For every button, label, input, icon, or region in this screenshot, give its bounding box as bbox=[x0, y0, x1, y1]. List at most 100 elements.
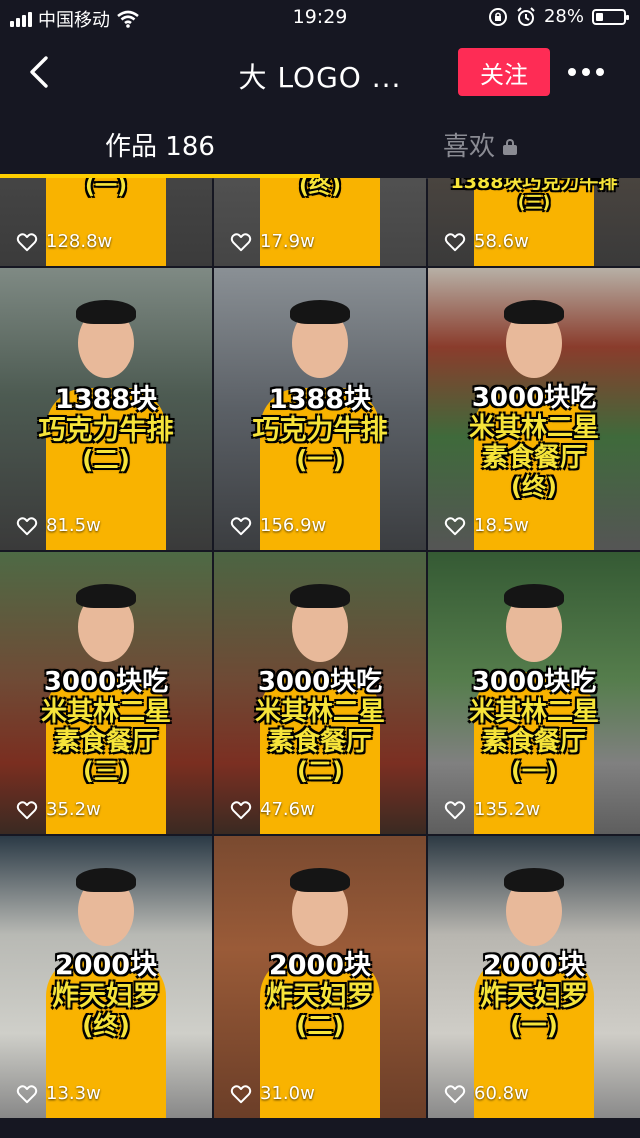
heart-icon bbox=[444, 800, 466, 819]
caption-line: 3000块吃 bbox=[471, 383, 597, 413]
like-count-text: 31.0w bbox=[260, 1083, 315, 1104]
video-tile[interactable]: 2000块 炸天妇罗 (一) 60.8w bbox=[428, 836, 640, 1118]
caption-line: (一) bbox=[84, 178, 128, 199]
heart-icon bbox=[444, 516, 466, 535]
video-tile[interactable]: (终) 17.9w bbox=[214, 178, 426, 266]
thumbnail-hair bbox=[290, 868, 350, 892]
video-caption: 3000块吃 米其林二星 素食餐厅 (终) bbox=[428, 383, 640, 501]
video-tile[interactable]: 3000块吃 米其林二星 素食餐厅 (三) 35.2w bbox=[0, 552, 212, 834]
caption-line: 3000块吃 bbox=[471, 667, 597, 697]
video-tile[interactable]: 2000块 炸天妇罗 (二) 31.0w bbox=[214, 836, 426, 1118]
caption-line: 炸天妇罗 bbox=[52, 981, 160, 1013]
tab-likes-label: 喜欢 bbox=[442, 132, 495, 162]
video-caption: 1388块巧克力牛排 (三) bbox=[428, 178, 640, 213]
heart-icon bbox=[230, 232, 252, 251]
like-count: 13.3w bbox=[16, 1083, 101, 1104]
nav-bar: 大 LOGO ... 关注 bbox=[0, 36, 640, 108]
tab-likes[interactable]: 喜欢 bbox=[320, 126, 640, 163]
like-count-text: 18.5w bbox=[474, 515, 529, 536]
caption-line: 3000块吃 bbox=[257, 667, 383, 697]
video-tile[interactable]: (一) 128.8w bbox=[0, 178, 212, 266]
caption-line: 素食餐厅 bbox=[481, 442, 586, 473]
like-count-text: 128.8w bbox=[46, 231, 113, 252]
video-tile[interactable]: 1388块巧克力牛排 (三) 58.6w bbox=[428, 178, 640, 266]
caption-line: 素食餐厅 bbox=[53, 726, 158, 757]
caption-line: (二) bbox=[296, 1011, 344, 1041]
caption-line: (一) bbox=[296, 445, 344, 475]
caption-line: 炸天妇罗 bbox=[266, 981, 374, 1013]
thumbnail-hair bbox=[76, 584, 136, 608]
video-caption: 1388块 巧克力牛排 (一) bbox=[214, 384, 426, 475]
caption-line: 炸天妇罗 bbox=[480, 981, 588, 1013]
caption-line: (终) bbox=[511, 472, 557, 501]
video-caption: 3000块吃 米其林二星 素食餐厅 (三) bbox=[0, 667, 212, 785]
status-right: 28% bbox=[488, 6, 629, 27]
heart-icon bbox=[16, 1084, 38, 1103]
heart-icon bbox=[444, 1084, 466, 1103]
like-count-text: 135.2w bbox=[474, 799, 541, 820]
video-caption: (终) bbox=[214, 178, 426, 199]
video-caption: 3000块吃 米其林二星 素食餐厅 (一) bbox=[428, 667, 640, 785]
heart-icon bbox=[16, 516, 38, 535]
video-grid: (一) 128.8w (终) 17.9w 1388块巧克力牛排 (三) 58.6w 1388块… bbox=[0, 178, 640, 1138]
thumbnail-hair bbox=[504, 300, 564, 324]
like-count: 47.6w bbox=[230, 799, 315, 820]
like-count: 31.0w bbox=[230, 1083, 315, 1104]
caption-line: (终) bbox=[82, 1011, 130, 1041]
caption-line: 1388块 bbox=[54, 384, 158, 415]
like-count-text: 58.6w bbox=[474, 231, 529, 252]
rotation-lock-icon bbox=[488, 7, 507, 26]
caption-line: 米其林二星 bbox=[468, 412, 599, 443]
caption-line: 素食餐厅 bbox=[481, 726, 586, 757]
like-count: 60.8w bbox=[444, 1083, 529, 1104]
caption-line: (二) bbox=[297, 756, 343, 785]
like-count-text: 35.2w bbox=[46, 799, 101, 820]
video-caption: (一) bbox=[0, 178, 212, 199]
heart-icon bbox=[230, 800, 252, 819]
caption-line: (一) bbox=[511, 756, 557, 785]
caption-line: 米其林二星 bbox=[468, 696, 599, 727]
caption-line: 2000块 bbox=[482, 950, 586, 981]
caption-line: 素食餐厅 bbox=[267, 726, 372, 757]
tab-works[interactable]: 作品 186 bbox=[0, 126, 320, 163]
caption-line: 1388块 bbox=[268, 384, 372, 415]
profile-tabs: 作品 186 喜欢 bbox=[0, 108, 640, 179]
video-tile[interactable]: 1388块 巧克力牛排 (二) 81.5w bbox=[0, 268, 212, 550]
caption-line: 2000块 bbox=[268, 950, 372, 981]
heart-icon bbox=[16, 232, 38, 251]
like-count: 81.5w bbox=[16, 515, 101, 536]
like-count: 35.2w bbox=[16, 799, 101, 820]
caption-line: (三) bbox=[83, 756, 129, 785]
caption-line: 1388块巧克力牛排 bbox=[450, 178, 618, 193]
like-count: 128.8w bbox=[16, 231, 112, 252]
caption-line: 巧克力牛排 bbox=[38, 415, 174, 447]
lock-icon bbox=[503, 138, 517, 155]
follow-button[interactable]: 关注 bbox=[458, 48, 550, 96]
like-count: 135.2w bbox=[444, 799, 540, 820]
thumbnail-hair bbox=[504, 868, 564, 892]
video-tile[interactable]: 1388块 巧克力牛排 (一) 156.9w bbox=[214, 268, 426, 550]
video-tile[interactable]: 2000块 炸天妇罗 (终) 13.3w bbox=[0, 836, 212, 1118]
thumbnail-hair bbox=[504, 584, 564, 608]
status-bar: 中国移动 19:29 28% bbox=[0, 0, 640, 36]
like-count: 17.9w bbox=[230, 231, 315, 252]
thumbnail-hair bbox=[290, 584, 350, 608]
heart-icon bbox=[230, 516, 252, 535]
like-count-text: 47.6w bbox=[260, 799, 315, 820]
like-count: 156.9w bbox=[230, 515, 326, 536]
more-icon[interactable] bbox=[568, 60, 608, 84]
video-tile[interactable]: 3000块吃 米其林二星 素食餐厅 (二) 47.6w bbox=[214, 552, 426, 834]
video-caption: 2000块 炸天妇罗 (二) bbox=[214, 950, 426, 1041]
thumbnail-hair bbox=[76, 300, 136, 324]
caption-line: (二) bbox=[82, 445, 130, 475]
heart-icon bbox=[444, 232, 466, 251]
heart-icon bbox=[16, 800, 38, 819]
caption-line: (终) bbox=[298, 178, 342, 199]
video-tile[interactable]: 3000块吃 米其林二星 素食餐厅 (终) 18.5w bbox=[428, 268, 640, 550]
thumbnail-hair bbox=[290, 300, 350, 324]
battery-icon bbox=[592, 8, 629, 25]
caption-line: 2000块 bbox=[54, 950, 158, 981]
caption-line: (三) bbox=[517, 192, 551, 213]
video-tile[interactable]: 3000块吃 米其林二星 素食餐厅 (一) 135.2w bbox=[428, 552, 640, 834]
caption-line: 3000块吃 bbox=[43, 667, 169, 697]
